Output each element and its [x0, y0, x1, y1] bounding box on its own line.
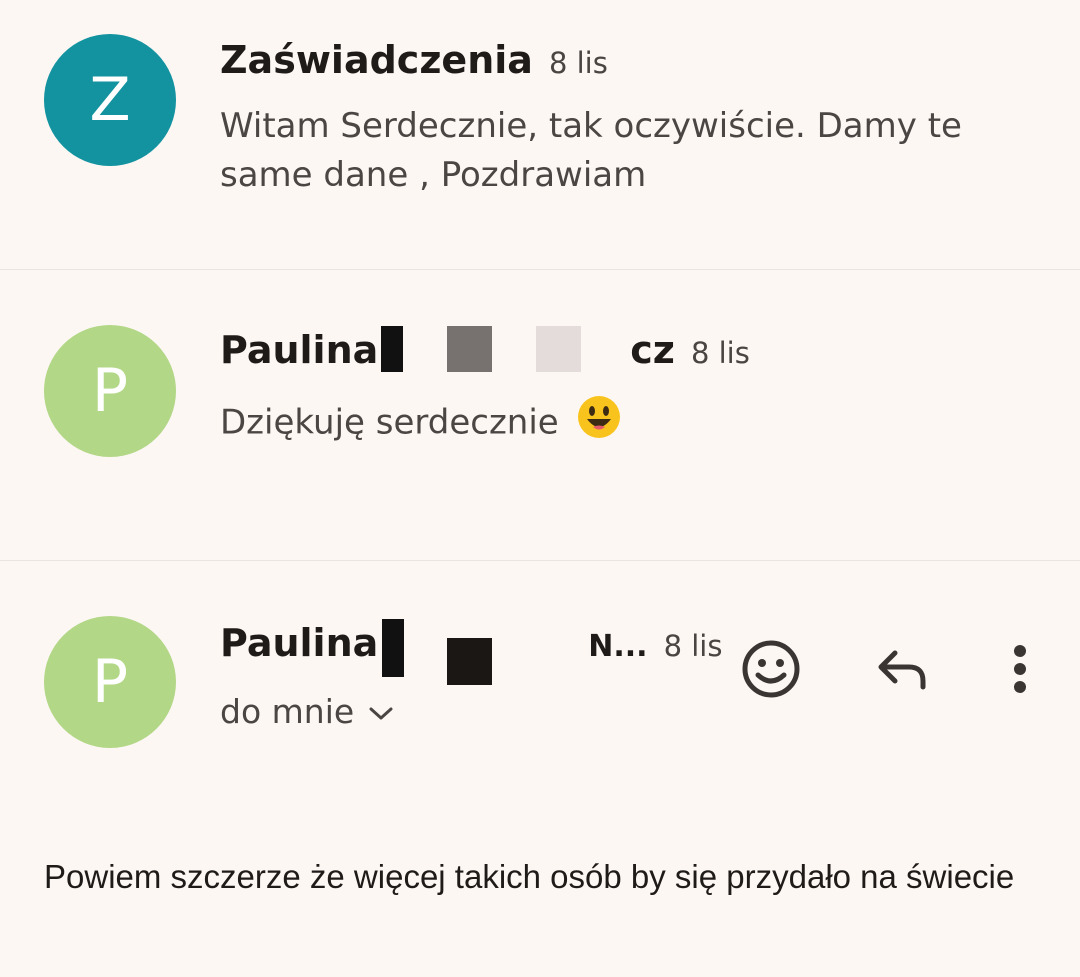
reply-icon: [875, 645, 931, 697]
avatar[interactable]: P: [44, 325, 176, 457]
message-snippet: Witam Serdecznie, tak oczywiście. Damy t…: [220, 106, 962, 195]
message-snippet: Dziękuję serdecznie: [220, 394, 1020, 454]
sender-name-tail: N...: [588, 629, 648, 664]
message-date: 8 lis: [663, 629, 723, 663]
add-reaction-button[interactable]: [735, 635, 807, 707]
redaction-block: [536, 326, 581, 372]
avatar[interactable]: P: [44, 616, 176, 748]
recipient-label: do mnie: [220, 692, 355, 731]
sender-name-tail: cz: [630, 328, 675, 372]
sender-name: Zaświadczenia: [220, 38, 533, 82]
message-body: Powiem szczerze że więcej takich osób by…: [44, 858, 1015, 895]
more-options-button[interactable]: [984, 635, 1056, 707]
collapsed-message[interactable]: P Paulina cz 8 lis Dziękuję serdecznie: [0, 270, 1080, 560]
message-date: 8 lis: [548, 46, 608, 80]
recipient-toggle[interactable]: do mnie: [220, 692, 394, 731]
collapsed-message[interactable]: Z Zaświadczenia 8 lis Witam Serdecznie, …: [0, 0, 1080, 269]
sender-name: Paulina: [220, 328, 379, 372]
redaction-block: [382, 619, 404, 677]
conversation-thread: Z Zaświadczenia 8 lis Witam Serdecznie, …: [0, 0, 1080, 977]
more-vert-icon: [1013, 644, 1027, 698]
message-header: Zaświadczenia 8 lis: [220, 38, 608, 82]
message-date: 8 lis: [690, 336, 750, 370]
redaction-block: [447, 326, 492, 372]
redaction-block: [447, 638, 492, 685]
reply-button[interactable]: [867, 635, 939, 707]
smiley-icon: [741, 639, 801, 703]
grinning-face-icon: [576, 394, 622, 454]
redaction-block: [381, 326, 403, 372]
chevron-down-icon: [368, 692, 394, 731]
expanded-message: P Paulina N... 8 lis do mnie Powiem szcz…: [0, 561, 1080, 977]
sender-name: Paulina: [220, 621, 379, 665]
avatar[interactable]: Z: [44, 34, 176, 166]
